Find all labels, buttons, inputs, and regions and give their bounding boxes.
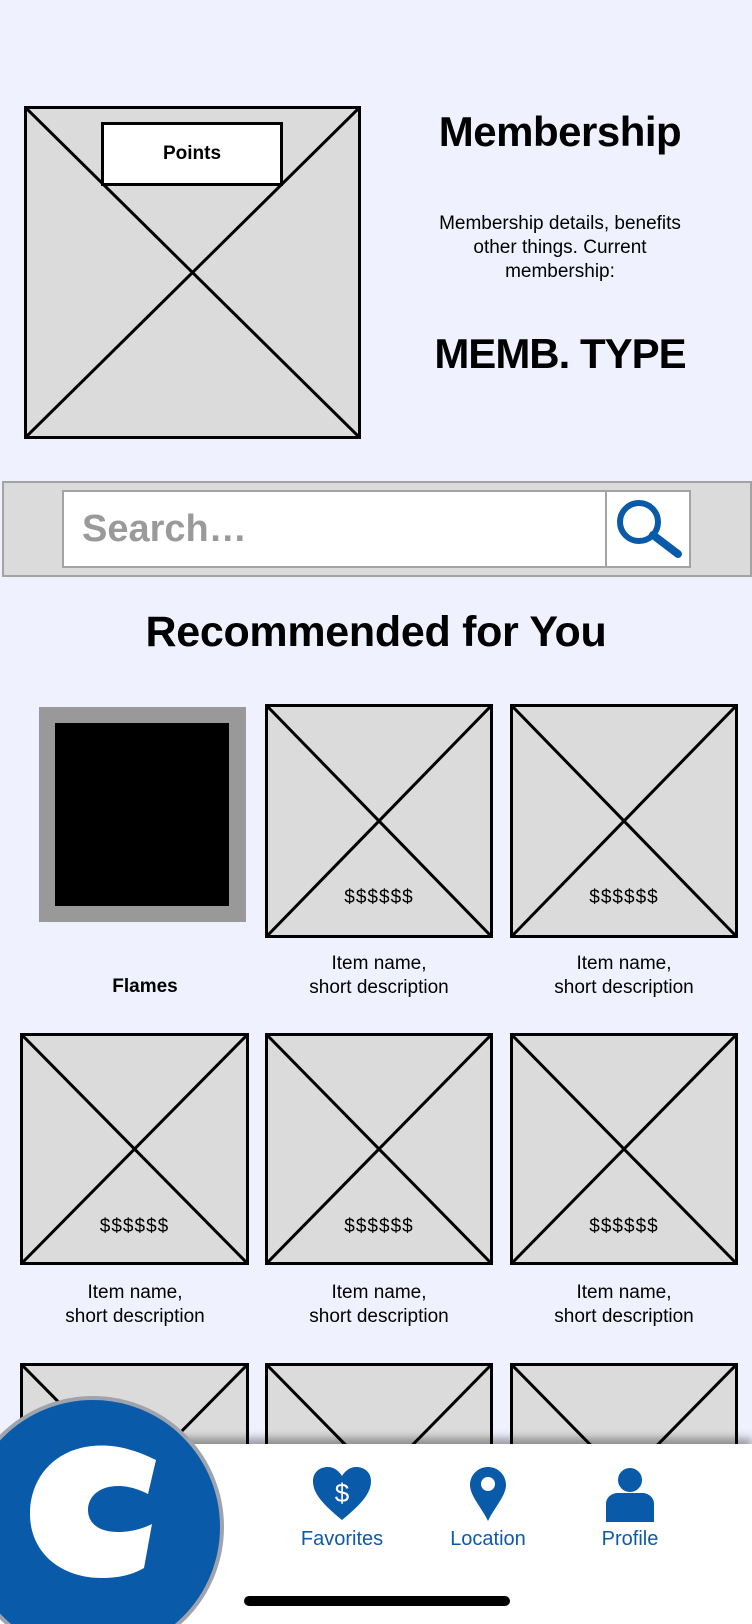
product-label: Item name, short description — [65, 1282, 205, 1327]
nav-profile[interactable]: Profile — [565, 1466, 695, 1551]
nav-favorites-label: Favorites — [300, 1528, 384, 1550]
heart-dollar-icon: $ — [313, 1467, 371, 1520]
membership-description: Membership details, benefits other thing… — [439, 213, 681, 282]
product-label: Item name, short description — [554, 1282, 694, 1327]
product-price: $$$$$$ — [99, 1216, 170, 1237]
user-icon — [606, 1468, 654, 1522]
product-card-image[interactable]: $$$$$$ — [265, 1033, 493, 1265]
brand-c-logo-icon — [30, 1445, 156, 1578]
product-price: $$$$$$ — [344, 1216, 414, 1237]
product-price: $$$$$$ — [589, 887, 659, 908]
membership-type: MEMB. TYPE — [434, 330, 686, 377]
points-button[interactable]: Points — [101, 122, 283, 186]
location-pin-icon — [470, 1467, 506, 1521]
app-screen: Points Membership Membership details, be… — [0, 0, 752, 1624]
nav-profile-label: Profile — [601, 1528, 659, 1550]
product-card-image[interactable]: $$$$$$ — [265, 704, 493, 938]
product-label: Item name, short description — [554, 953, 694, 998]
featured-item-image[interactable] — [39, 707, 246, 922]
brand-logo-button[interactable] — [0, 1396, 224, 1624]
search-input[interactable] — [62, 490, 607, 568]
home-indicator[interactable] — [244, 1596, 510, 1606]
svg-text:$: $ — [335, 1478, 350, 1508]
featured-item-label: Flames — [112, 976, 178, 997]
product-card-image[interactable]: $$$$$$ — [510, 704, 738, 938]
membership-title: Membership — [438, 108, 682, 155]
product-card-image[interactable]: $$$$$$ — [20, 1033, 249, 1265]
product-label: Item name, short description — [309, 953, 449, 998]
product-card-image[interactable]: $$$$$$ — [510, 1033, 738, 1265]
nav-favorites[interactable]: $ Favorites — [277, 1466, 407, 1551]
product-label: Item name, short description — [309, 1282, 449, 1327]
search-button[interactable] — [605, 490, 691, 568]
product-price: $$$$$$ — [344, 887, 414, 908]
product-price: $$$$$$ — [589, 1216, 659, 1237]
nav-location-label: Location — [450, 1528, 526, 1550]
recommended-title: Recommended for You — [145, 608, 607, 656]
search-icon — [617, 500, 682, 558]
featured-item-inner — [55, 723, 229, 906]
nav-location[interactable]: Location — [423, 1466, 553, 1551]
